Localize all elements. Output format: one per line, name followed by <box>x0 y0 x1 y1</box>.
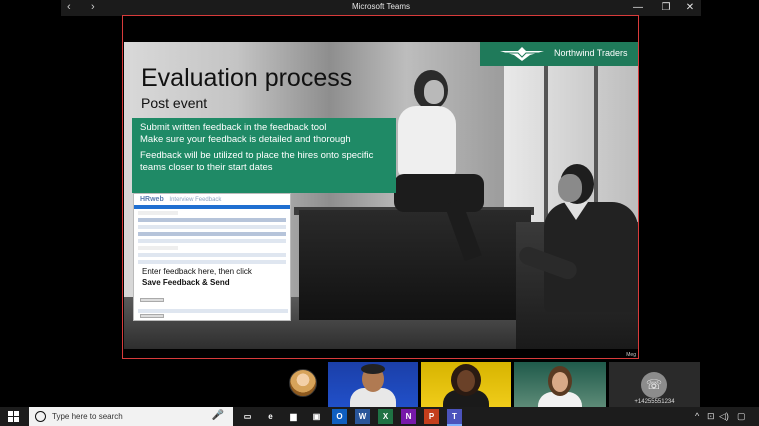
form-row <box>138 239 286 243</box>
presentation-slide: Northwind Traders Evaluation process Pos… <box>124 42 638 349</box>
bullet-2: Make sure your feedback is detailed and … <box>140 134 351 145</box>
form-callout: Enter feedback here, then click Save Fee… <box>142 266 290 288</box>
notifications-icon[interactable]: ▢ <box>737 411 746 422</box>
task-view-icon[interactable]: ▭ <box>240 409 255 424</box>
form-row <box>138 218 286 222</box>
form-section-label <box>138 211 178 215</box>
hrweb-nav-bar <box>134 205 290 209</box>
presenter-label: Meg <box>626 352 636 358</box>
slide-title: Evaluation process <box>141 64 353 92</box>
window-title: Microsoft Teams <box>351 2 411 11</box>
phone-number: +14255551234 <box>634 399 675 405</box>
participant-phone[interactable]: ☏ +14255551234 <box>609 362 700 407</box>
slide-photo-woman <box>394 70 484 262</box>
participant-video-3[interactable] <box>514 362 606 407</box>
form-row <box>138 232 286 236</box>
bullet-box: Submit written feedback in the feedback … <box>132 118 396 193</box>
taskbar-search-box[interactable]: Type here to search 🎤 <box>29 407 233 426</box>
microphone-icon[interactable]: 🎤 <box>212 410 224 421</box>
form-send-button <box>140 314 164 318</box>
teams-icon[interactable]: T <box>447 409 462 426</box>
onenote-icon[interactable]: N <box>401 409 416 424</box>
teams-window: ‹ › Microsoft Teams — ❐ ✕ Northwind Trad… <box>0 0 759 426</box>
hrweb-form-screenshot: HRweb Interview Feedback Enter feedback … <box>133 193 291 321</box>
minimize-button[interactable]: — <box>625 1 651 15</box>
hrweb-header: HRweb Interview Feedback <box>134 194 290 205</box>
form-row <box>138 260 286 264</box>
tray-chevron-icon[interactable]: ^ <box>695 411 699 421</box>
brand-banner: Northwind Traders <box>480 42 638 66</box>
file-explorer-icon[interactable]: ▆ <box>286 409 301 424</box>
windows-start-icon[interactable] <box>8 411 19 422</box>
volume-icon[interactable]: ◁) <box>719 411 729 422</box>
slide-subtitle: Post event <box>141 95 208 111</box>
excel-icon[interactable]: X <box>378 409 393 424</box>
store-icon[interactable]: ▣ <box>309 409 324 424</box>
word-icon[interactable]: W <box>355 409 370 424</box>
participant-avatar[interactable] <box>289 369 321 399</box>
callout-action: Save Feedback & Send <box>142 278 230 287</box>
network-icon[interactable]: ⊡ <box>707 411 715 422</box>
hrweb-brand: HRweb <box>140 196 164 203</box>
powerpoint-icon[interactable]: P <box>424 409 439 424</box>
close-button[interactable]: ✕ <box>677 1 703 15</box>
form-row <box>138 309 288 313</box>
shared-screen: Northwind Traders Evaluation process Pos… <box>122 15 639 359</box>
outlook-icon[interactable]: O <box>332 409 347 424</box>
windows-taskbar: Type here to search 🎤 ▭ e ▆ ▣ O W X N P T ^ ⊡ ◁) … <box>0 407 759 426</box>
bullet-3: Feedback will be utilized to place the h… <box>140 150 374 173</box>
avatar <box>289 369 317 397</box>
form-row <box>138 225 286 229</box>
maximize-button[interactable]: ❐ <box>653 1 679 15</box>
participant-strip: ☏ +14255551234 <box>0 362 759 407</box>
slide-photo-man <box>516 164 638 349</box>
edge-icon[interactable]: e <box>263 409 278 424</box>
title-bar: ‹ › Microsoft Teams — ❐ ✕ <box>61 0 701 16</box>
participant-video-2[interactable] <box>421 362 511 407</box>
form-section-label <box>138 246 178 250</box>
callout-text: Enter feedback here, then click <box>142 267 252 276</box>
form-row <box>138 253 286 257</box>
northwind-logo-icon <box>500 47 544 61</box>
participant-video-1[interactable] <box>328 362 418 407</box>
cortana-icon <box>35 411 46 422</box>
hrweb-tab: Interview Feedback <box>169 197 222 203</box>
bullet-1: Submit written feedback in the feedback … <box>140 122 327 133</box>
form-save-button <box>140 298 164 302</box>
phone-user-icon: ☏ <box>641 372 667 398</box>
brand-name: Northwind Traders <box>554 48 628 58</box>
search-placeholder: Type here to search <box>52 412 123 421</box>
